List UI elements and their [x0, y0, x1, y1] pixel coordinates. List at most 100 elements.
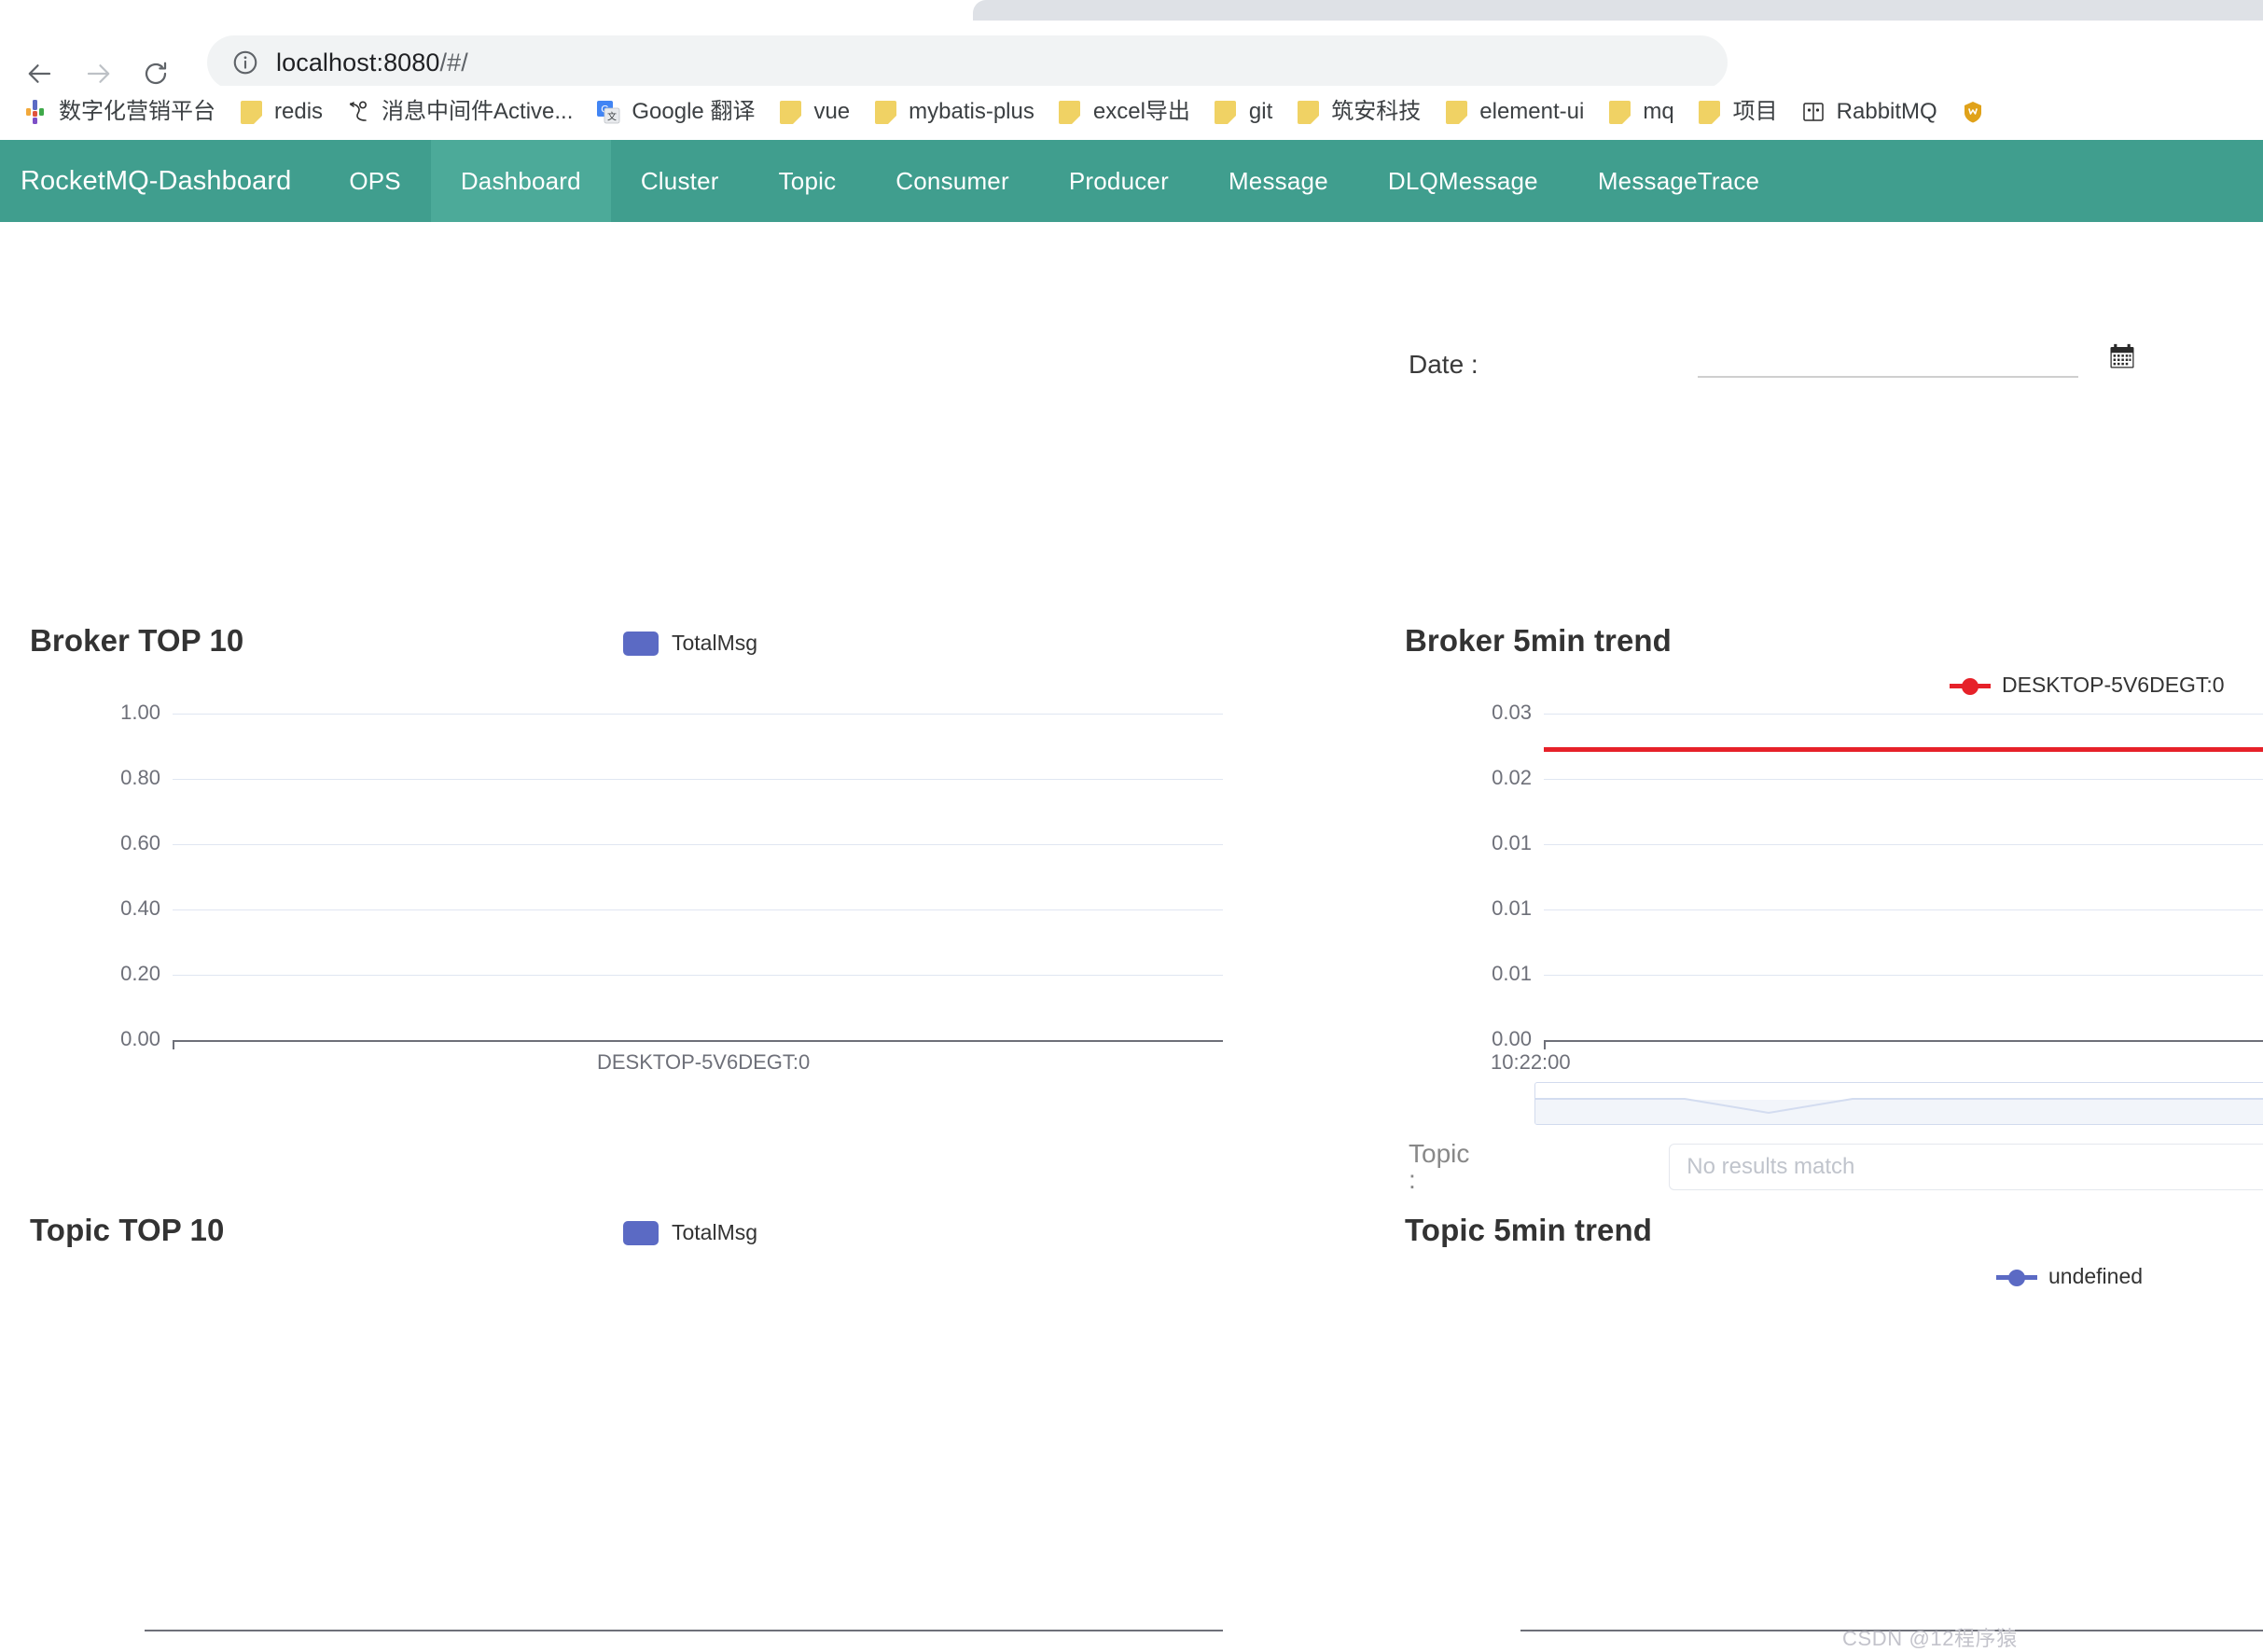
nav-item-dashboard[interactable]: Dashboard [430, 140, 611, 222]
nav-item-messagetrace[interactable]: MessageTrace [1568, 140, 1789, 222]
gridline [173, 844, 1223, 845]
chart-legend[interactable]: TotalMsg [623, 631, 757, 656]
bookmark-item[interactable]: excel导出 [1048, 91, 1200, 132]
chart-title: Topic 5min trend [1405, 1213, 1653, 1247]
site-info-icon[interactable] [231, 49, 259, 76]
x-axis-line [173, 1040, 1223, 1042]
bookmark-label: redis [274, 99, 324, 124]
address-bar-text: localhost:8080/#/ [276, 49, 468, 77]
browser-tab[interactable] [973, 0, 2263, 21]
bookmark-label: 消息中间件Active... [382, 99, 574, 124]
bookmark-label: vue [813, 99, 851, 124]
bookmark-item[interactable]: G 文 Google 翻译 [586, 91, 764, 132]
bookmark-label: 数字化营销平台 [59, 99, 215, 124]
folder-icon [1697, 99, 1723, 125]
address-bar[interactable]: localhost:8080/#/ [207, 35, 1728, 90]
chart-title: Topic TOP 10 [30, 1213, 225, 1247]
bookmark-item[interactable]: redis [229, 91, 332, 132]
y-tick-label: 0.01 [1492, 896, 1532, 920]
y-tick-label: 0.60 [120, 831, 160, 854]
folder-icon [1057, 99, 1083, 125]
folder-icon [1295, 99, 1321, 125]
y-tick-label: 0.00 [120, 1027, 160, 1050]
chart-datazoom-slider[interactable] [1534, 1082, 2263, 1125]
bookmark-label: element-ui [1479, 99, 1585, 124]
x-axis-line [1544, 1040, 2263, 1042]
bookmark-item[interactable]: mq [1597, 91, 1683, 132]
app-navbar: RocketMQ-Dashboard OPS Dashboard Cluster… [0, 140, 2263, 222]
legend-label: undefined [2048, 1264, 2144, 1288]
nav-item-consumer[interactable]: Consumer [866, 140, 1039, 222]
y-tick-label: 0.80 [120, 766, 160, 789]
bookmark-item[interactable]: vue [768, 91, 859, 132]
folder-icon [1213, 99, 1239, 125]
chart-legend[interactable]: TotalMsg [623, 1220, 757, 1245]
series-line-desktop [1544, 747, 2263, 752]
gridline [173, 909, 1223, 910]
folder-icon [872, 99, 898, 125]
chart-title: Broker TOP 10 [30, 623, 244, 658]
y-tick-label: 0.00 [1492, 1027, 1532, 1050]
bookmark-item[interactable]: element-ui [1434, 91, 1593, 132]
gridline [1544, 779, 2263, 780]
topic-placeholder: No results match [1687, 1154, 1855, 1179]
folder-icon [777, 99, 803, 125]
bookmark-label: Google 翻译 [632, 99, 756, 124]
y-tick-label: 0.40 [120, 896, 160, 920]
nav-item-dlqmessage[interactable]: DLQMessage [1358, 140, 1568, 222]
nav-item-producer[interactable]: Producer [1039, 140, 1199, 222]
x-axis-tick [1544, 1040, 1546, 1049]
legend-swatch-totalmsg [623, 631, 659, 656]
bookmark-item[interactable]: mybatis-plus [863, 91, 1044, 132]
legend-marker-line [1950, 676, 1991, 695]
watermark: CSDN @12程序猿 [1842, 1627, 2018, 1650]
chart-legend[interactable]: undefined [1996, 1264, 2143, 1289]
nav-item-ops[interactable]: OPS [319, 140, 431, 222]
y-tick-label: 0.20 [120, 962, 160, 985]
nav-item-cluster[interactable]: Cluster [611, 140, 749, 222]
app-brand[interactable]: RocketMQ-Dashboard [0, 140, 319, 222]
calendar-icon[interactable] [2108, 342, 2136, 370]
nav-item-topic[interactable]: Topic [749, 140, 867, 222]
browser-toolbar: localhost:8080/#/ [0, 21, 2263, 90]
bookmark-item[interactable]: 消息中间件Active... [336, 91, 582, 132]
gridline [173, 975, 1223, 976]
bookmarks-bar: 数字化营销平台 redis 消息中间件Active... G 文 Google … [0, 86, 2263, 138]
y-tick-label: 1.00 [120, 701, 160, 724]
date-input[interactable] [1697, 339, 2078, 378]
folder-icon [238, 99, 264, 125]
chart-legend[interactable]: DESKTOP-5V6DEGT:0 [1950, 673, 2225, 698]
bookmark-label: 项目 [1732, 99, 1778, 124]
folder-icon [1443, 99, 1469, 125]
activemq-icon [345, 99, 371, 125]
gridline [1544, 975, 2263, 976]
x-axis-line [145, 1630, 1223, 1631]
bookmark-item[interactable]: 筑安科技 [1285, 91, 1430, 132]
rabbitmq-icon [1800, 99, 1826, 125]
gridline [173, 779, 1223, 780]
bookmark-item[interactable]: RabbitMQ [1791, 91, 1947, 132]
legend-label: TotalMsg [672, 1220, 758, 1244]
bookmark-item[interactable]: git [1203, 91, 1282, 132]
svg-text:文: 文 [607, 111, 617, 123]
bookmark-item[interactable]: 数字化营销平台 [13, 91, 225, 132]
bookmark-item[interactable]: 项目 [1687, 91, 1787, 132]
bookmark-item[interactable] [1951, 91, 2006, 132]
gridline [1544, 909, 2263, 910]
bookmark-label: mq [1643, 99, 1674, 124]
shield-bookmark-icon [1960, 99, 1986, 125]
url-path: /#/ [439, 48, 468, 76]
dashboard-page: Date : Broker TOP 10 TotalMsg 1.00 0.80 … [0, 222, 2263, 1650]
gridline [173, 714, 1223, 715]
google-translate-icon: G 文 [595, 99, 621, 125]
topic-filter: Topic : No results match [1409, 1141, 2263, 1193]
nav-item-message[interactable]: Message [1199, 140, 1358, 222]
y-tick-label: 0.01 [1492, 962, 1532, 985]
x-tick-label: DESKTOP-5V6DEGT:0 [597, 1050, 811, 1074]
app-logo-icon [22, 99, 49, 125]
bookmark-label: mybatis-plus [909, 99, 1034, 124]
datazoom-preview [1535, 1098, 2263, 1115]
y-tick-label: 0.01 [1492, 831, 1532, 854]
legend-marker-line [1996, 1268, 2037, 1286]
topic-select[interactable]: No results match [1669, 1144, 2263, 1190]
